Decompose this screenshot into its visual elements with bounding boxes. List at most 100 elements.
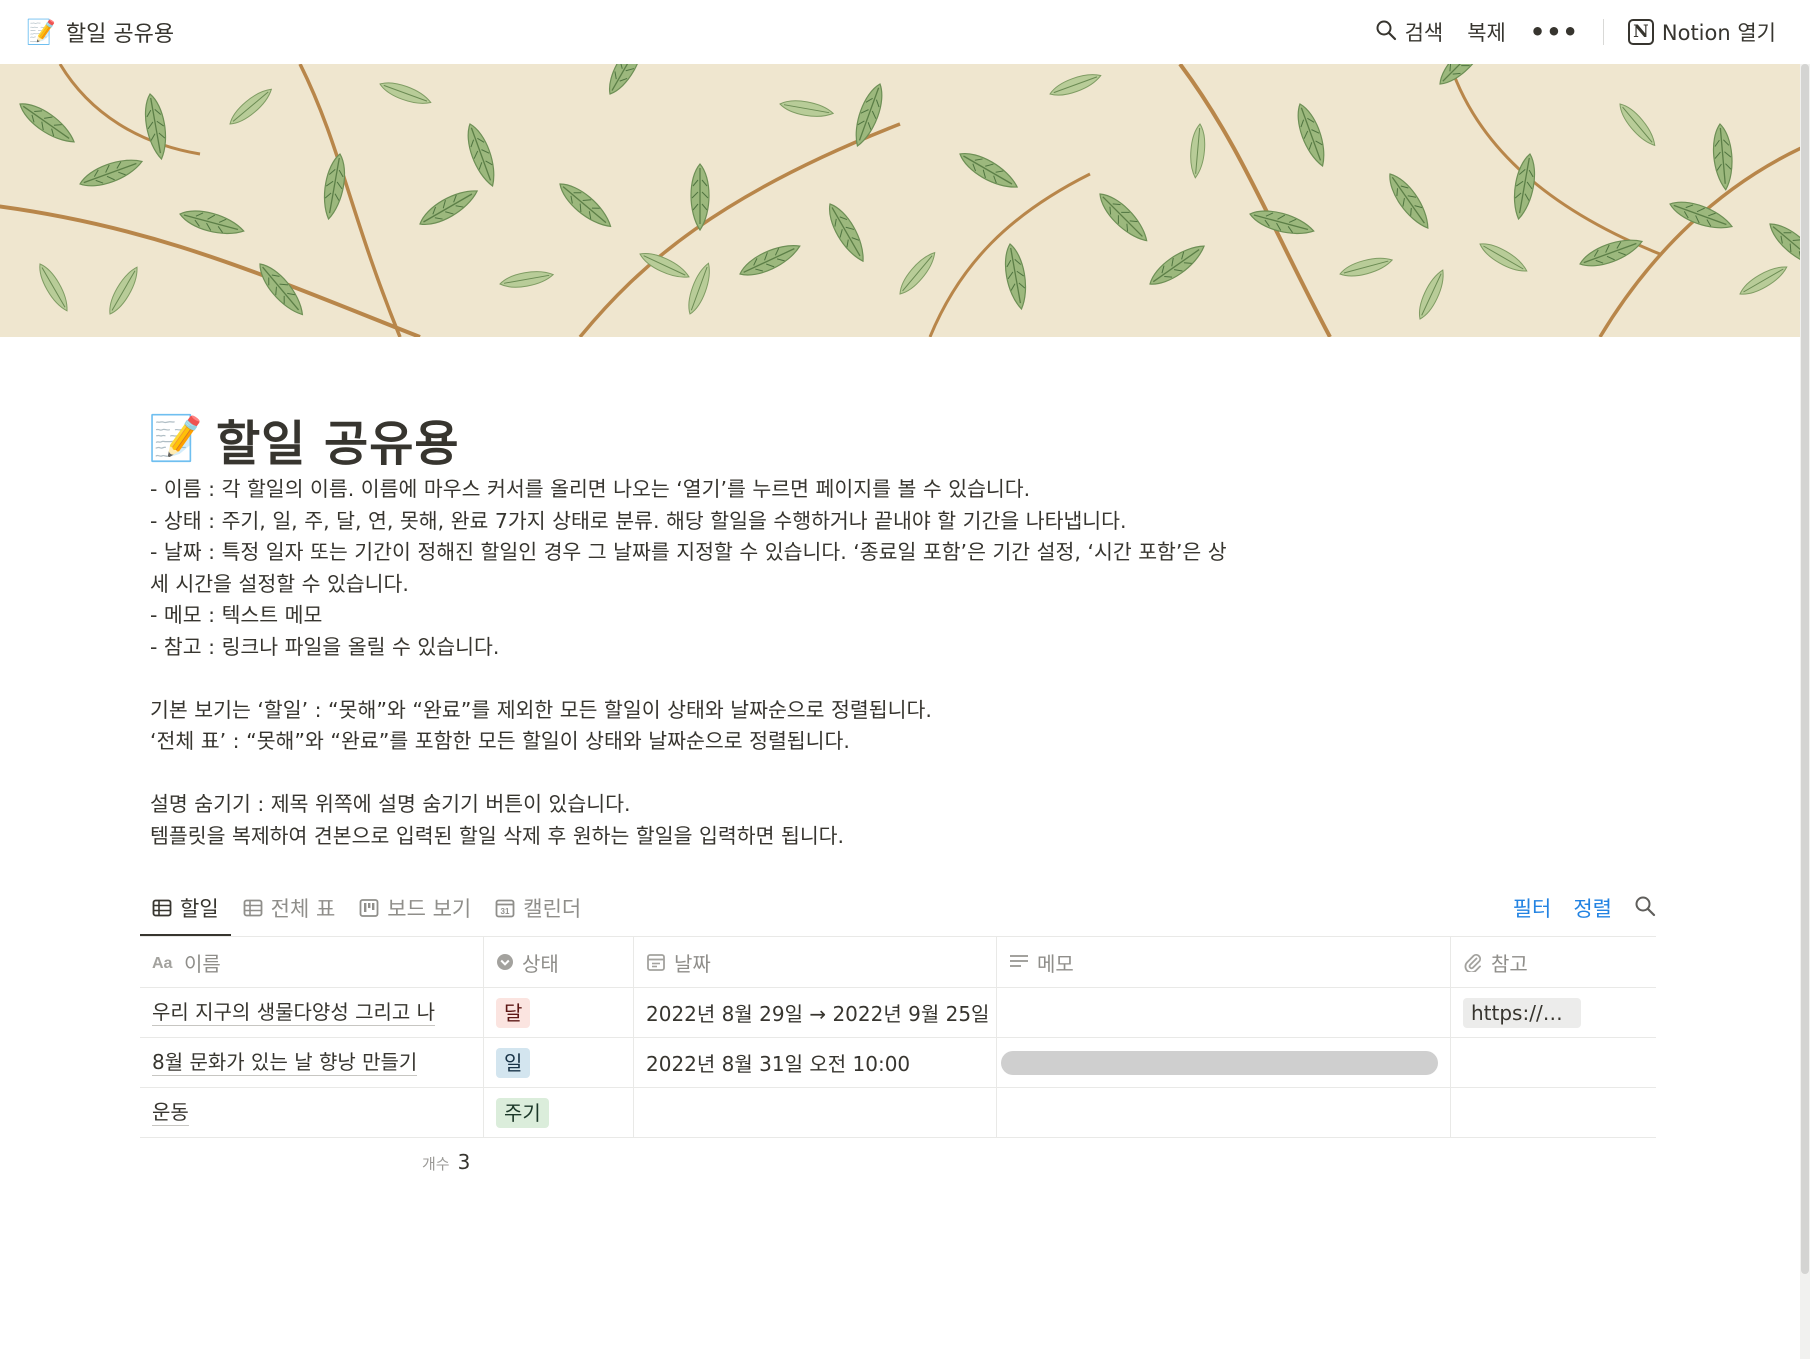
calendar-icon: 31 (495, 898, 515, 918)
cover-willow-pattern (0, 64, 1800, 337)
reference-link[interactable]: https://w... (1463, 997, 1581, 1028)
database-view-bar: 할일 전체 표 보드 보기 31 캘린더 필터 정렬 (140, 882, 1656, 937)
column-label: 날짜 (674, 951, 711, 976)
view-actions: 필터 정렬 (1513, 893, 1656, 923)
date-cell[interactable] (634, 1088, 997, 1137)
date-value: 2022년 8월 31일 오전 10:00 (646, 1052, 911, 1076)
table-header-row: Aa 이름 상태 날짜 메모 참고 (140, 937, 1656, 988)
description-line: 설명 숨기기 : 제목 위쪽에 설명 숨기기 버튼이 있습니다. (150, 792, 631, 816)
description-line: 세 시간을 설정할 수 있습니다. (150, 571, 409, 596)
table-row[interactable]: 우리 지구의 생물다양성 그리고 나 달 2022년 8월 29일 → 2022… (140, 988, 1656, 1038)
notion-logo-icon: N (1627, 19, 1654, 45)
status-tag: 달 (496, 997, 531, 1028)
status-cell[interactable]: 주기 (484, 1088, 634, 1137)
reference-cell[interactable]: https://w... (1451, 988, 1656, 1037)
svg-text:Aa: Aa (152, 955, 173, 971)
memo-emoji-icon: 📝 (26, 18, 56, 46)
svg-text:31: 31 (501, 907, 510, 916)
duplicate-label: 복제 (1467, 21, 1506, 45)
tab-label: 보드 보기 (387, 897, 472, 921)
open-in-notion-button[interactable]: N Notion 열기 (1627, 17, 1776, 47)
tab-full-table[interactable]: 전체 표 (231, 882, 348, 934)
column-header-status[interactable]: 상태 (484, 937, 634, 987)
column-header-date[interactable]: 날짜 (634, 937, 997, 987)
name-cell[interactable]: 운동 (140, 1088, 484, 1137)
duplicate-button[interactable]: 복제 (1467, 17, 1506, 47)
search-button[interactable]: 검색 (1375, 17, 1444, 47)
column-label: 참고 (1491, 951, 1528, 976)
table-icon (243, 898, 263, 918)
table-icon (152, 898, 172, 918)
reference-cell[interactable] (1451, 1088, 1656, 1137)
description-line (150, 758, 1310, 790)
status-cell[interactable]: 일 (484, 1038, 634, 1087)
redacted-memo (1001, 1050, 1438, 1075)
description-line (150, 663, 1310, 695)
page-icon[interactable]: 📝 (148, 413, 203, 465)
search-icon (1375, 19, 1397, 46)
count-label: 개수 (422, 1155, 450, 1173)
row-title-link[interactable]: 운동 (152, 1100, 189, 1126)
tab-label: 전체 표 (270, 897, 336, 921)
column-header-memo[interactable]: 메모 (997, 937, 1451, 987)
tab-board[interactable]: 보드 보기 (347, 882, 483, 934)
view-tabs: 할일 전체 표 보드 보기 31 캘린더 (140, 882, 593, 937)
name-cell[interactable]: 우리 지구의 생물다양성 그리고 나 (140, 988, 484, 1037)
search-icon (1635, 896, 1656, 916)
row-title-link[interactable]: 8월 문화가 있는 날 향낭 만들기 (152, 1050, 418, 1076)
page-description: - 이름 : 각 할일의 이름. 이름에 마우스 커서를 올리면 나오는 ‘열기… (150, 474, 1310, 852)
column-label: 메모 (1037, 951, 1074, 976)
memo-cell[interactable] (997, 1038, 1451, 1087)
column-header-reference[interactable]: 참고 (1451, 937, 1656, 987)
date-value: 2022년 8월 29일 → 2022년 9월 25일 (646, 1002, 990, 1026)
row-title-link[interactable]: 우리 지구의 생물다양성 그리고 나 (152, 1000, 436, 1026)
table-row[interactable]: 운동 주기 (140, 1088, 1656, 1138)
status-tag: 일 (496, 1047, 531, 1078)
table-row[interactable]: 8월 문화가 있는 날 향낭 만들기 일 2022년 8월 31일 오전 10:… (140, 1038, 1656, 1088)
name-cell[interactable]: 8월 문화가 있는 날 향낭 만들기 (140, 1038, 484, 1087)
description-line: 템플릿을 복제하여 견본으로 입력된 할일 삭제 후 원하는 할일을 입력하면 … (150, 823, 845, 848)
scrollbar[interactable] (1800, 64, 1810, 1359)
sort-button[interactable]: 정렬 (1573, 893, 1612, 923)
scrollbar-thumb[interactable] (1801, 64, 1809, 1274)
description-line: - 이름 : 각 할일의 이름. 이름에 마우스 커서를 올리면 나오는 ‘열기… (150, 477, 1031, 501)
tab-calendar[interactable]: 31 캘린더 (483, 882, 593, 934)
database-search-button[interactable] (1634, 895, 1656, 922)
description-line: ‘전체 표’ : “못해”와 “완료”를 포함한 모든 할일이 상태와 날짜순으… (150, 729, 850, 753)
title-aa-icon: Aa (152, 953, 176, 971)
text-icon (1009, 953, 1029, 971)
tab-todo[interactable]: 할일 (140, 882, 231, 937)
more-icon: ••• (1529, 18, 1579, 46)
memo-cell[interactable] (997, 988, 1451, 1037)
description-line: 기본 보기는 ‘할일’ : “못해”와 “완료”를 제외한 모든 할일이 상태와… (150, 697, 932, 722)
tab-label: 캘린더 (523, 897, 582, 921)
select-icon (496, 953, 514, 971)
row-count[interactable]: 개수 3 (422, 1150, 470, 1174)
attachment-icon (1463, 952, 1483, 972)
page-title[interactable]: 할일 공유용 (216, 404, 460, 474)
open-in-notion-label: Notion 열기 (1661, 21, 1776, 45)
topbar-divider (1602, 19, 1604, 45)
page-header: 📝 할일 공유용 (148, 404, 460, 474)
description-line: - 날짜 : 특정 일자 또는 기간이 정해진 할일인 경우 그 날짜를 지정할… (150, 540, 1227, 564)
board-icon (359, 898, 379, 918)
date-cell[interactable]: 2022년 8월 29일 → 2022년 9월 25일 (634, 988, 997, 1037)
description-line: - 참고 : 링크나 파일을 올릴 수 있습니다. (150, 634, 500, 659)
status-tag: 주기 (496, 1097, 549, 1128)
description-line: - 상태 : 주기, 일, 주, 달, 연, 못해, 완료 7가지 상태로 분류… (150, 508, 1127, 533)
column-label: 이름 (184, 951, 221, 976)
reference-cell[interactable] (1451, 1038, 1656, 1087)
breadcrumb[interactable]: 📝 할일 공유용 (26, 16, 174, 48)
memo-cell[interactable] (997, 1088, 1451, 1137)
column-header-name[interactable]: Aa 이름 (140, 937, 484, 987)
date-cell[interactable]: 2022년 8월 31일 오전 10:00 (634, 1038, 997, 1087)
database-table: Aa 이름 상태 날짜 메모 참고 우리 지구의 생물다양성 그리고 나 달 2… (140, 936, 1656, 1138)
breadcrumb-title: 할일 공유용 (65, 22, 175, 47)
more-button[interactable]: ••• (1530, 18, 1579, 46)
search-label: 검색 (1404, 21, 1444, 45)
column-label: 상태 (522, 951, 559, 976)
topbar: 📝 할일 공유용 검색 복제 ••• N Notion 열기 (0, 0, 1800, 64)
filter-button[interactable]: 필터 (1513, 893, 1552, 923)
page-cover (0, 64, 1800, 337)
status-cell[interactable]: 달 (484, 988, 634, 1037)
